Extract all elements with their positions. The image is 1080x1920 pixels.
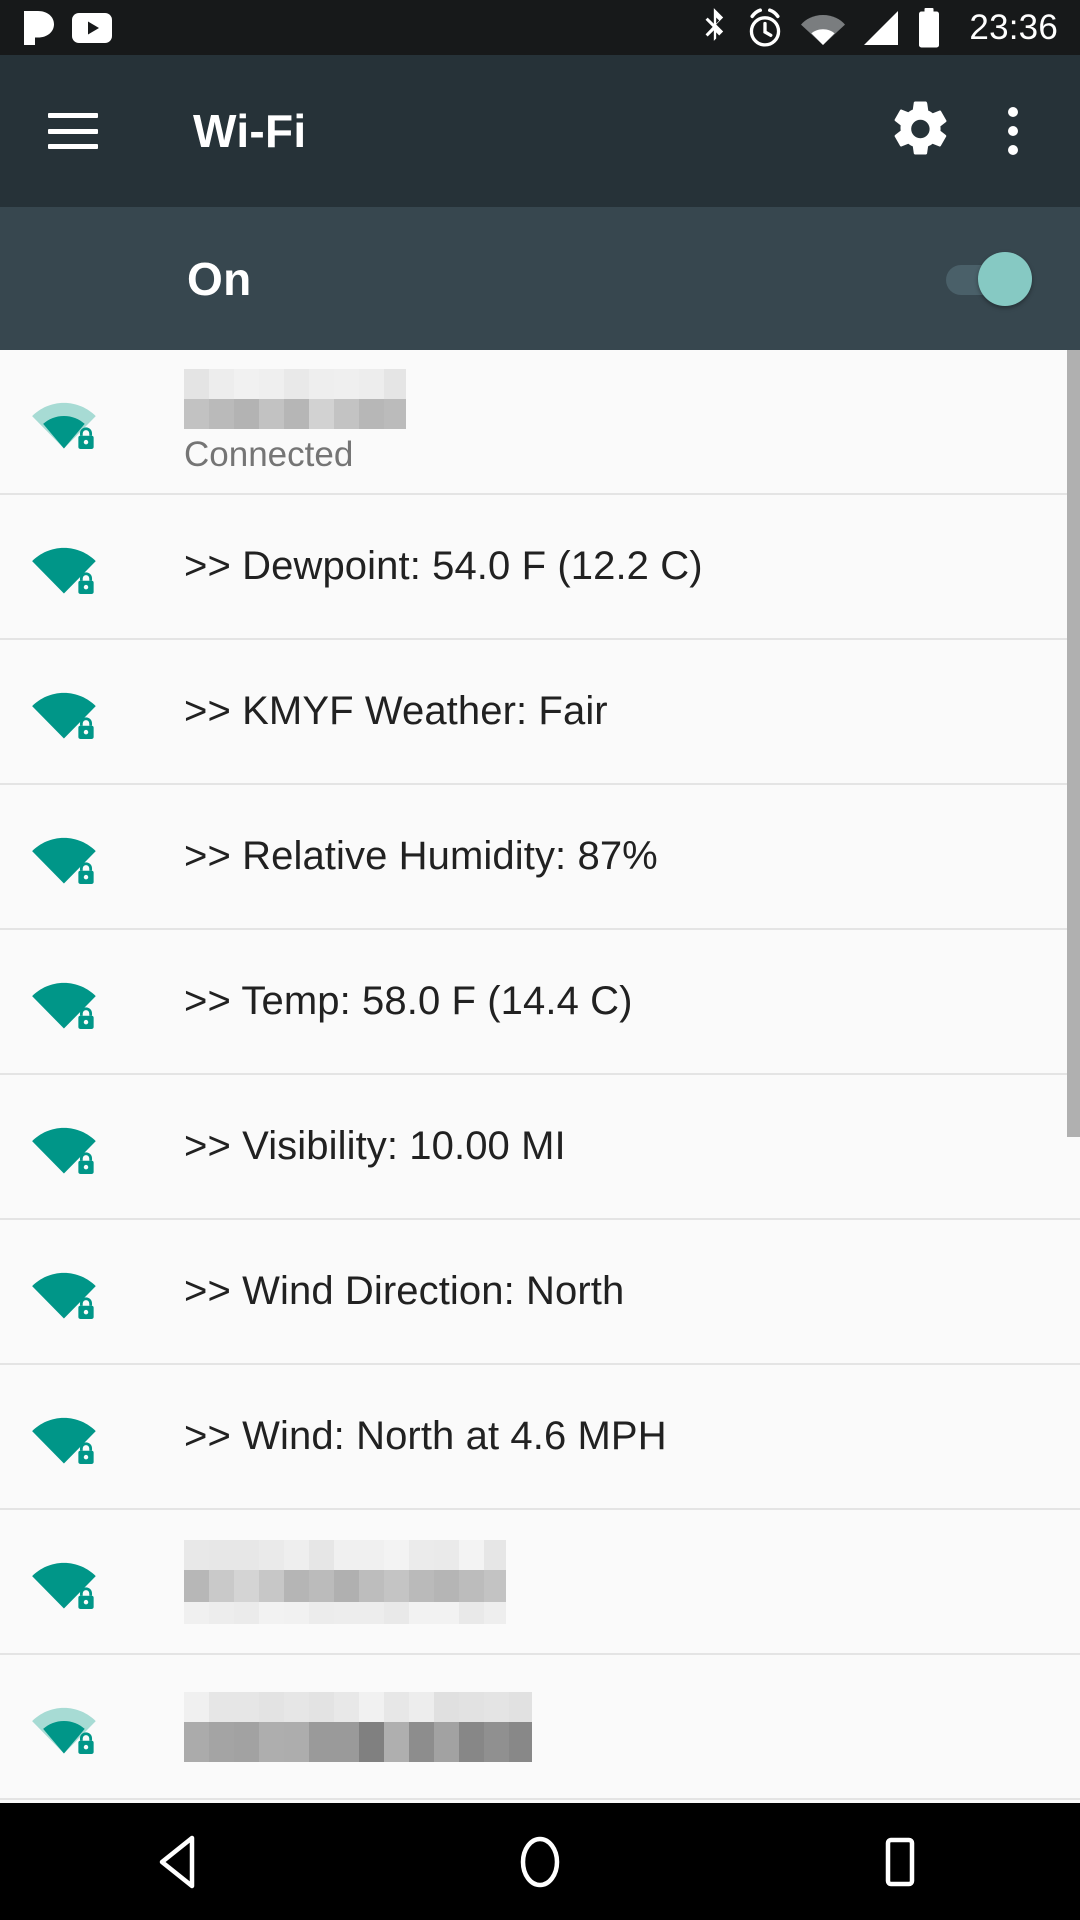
wifi-lock-icon <box>22 1260 108 1324</box>
wifi-network-status: Connected <box>184 434 354 474</box>
wifi-network-row[interactable]: >> Dewpoint: 54.0 F (12.2 C) <box>0 495 1080 640</box>
wifi-network-body: >> Visibility: 10.00 MI <box>184 1124 1080 1169</box>
gear-icon[interactable] <box>892 101 948 162</box>
wifi-toggle-row[interactable]: On <box>0 207 1080 350</box>
back-button[interactable] <box>80 1803 280 1920</box>
recents-button[interactable] <box>800 1803 1000 1920</box>
redacted-ssid <box>184 1691 1080 1762</box>
hamburger-icon[interactable] <box>48 113 98 149</box>
home-button[interactable] <box>440 1803 640 1920</box>
wifi-network-row[interactable] <box>0 1655 1080 1800</box>
wifi-network-body: >> Wind Direction: North <box>184 1269 1080 1314</box>
android-navigation-bar <box>0 1803 1080 1920</box>
wifi-lock-icon <box>22 1550 108 1614</box>
wifi-network-body: >> KMYF Weather: Fair <box>184 689 1080 734</box>
status-bar: 23:36 <box>0 0 1080 55</box>
wifi-network-ssid: >> Wind: North at 4.6 MPH <box>184 1414 667 1458</box>
wifi-network-row[interactable] <box>0 1510 1080 1655</box>
cellular-signal-icon <box>862 10 900 45</box>
wifi-network-body: >> Wind: North at 4.6 MPH <box>184 1414 1080 1459</box>
alarm-icon <box>746 7 784 48</box>
wifi-lock-icon <box>22 535 108 599</box>
wifi-network-row[interactable]: >> Relative Humidity: 87% <box>0 785 1080 930</box>
youtube-icon <box>72 12 112 43</box>
wifi-network-body: >> Dewpoint: 54.0 F (12.2 C) <box>184 544 1080 589</box>
wifi-lock-icon <box>22 390 108 454</box>
wifi-toggle-switch[interactable] <box>946 251 1032 306</box>
wifi-lock-icon <box>22 680 108 744</box>
wifi-network-body <box>184 1691 1080 1762</box>
wifi-network-body: Connected <box>184 368 1080 475</box>
wifi-network-row[interactable]: >> Temp: 58.0 F (14.4 C) <box>0 930 1080 1075</box>
wifi-network-body: >> Temp: 58.0 F (14.4 C) <box>184 979 1080 1024</box>
wifi-lock-icon <box>22 1405 108 1469</box>
wifi-network-row[interactable]: Connected <box>0 350 1080 495</box>
overflow-menu-icon[interactable] <box>994 99 1032 163</box>
wifi-network-ssid: >> Dewpoint: 54.0 F (12.2 C) <box>184 544 703 588</box>
app-bar: Wi-Fi <box>0 55 1080 207</box>
wifi-network-body <box>184 1539 1080 1624</box>
redacted-ssid <box>184 368 1080 429</box>
wifi-network-ssid: >> Relative Humidity: 87% <box>184 834 658 878</box>
wifi-lock-icon <box>22 970 108 1034</box>
wifi-network-list[interactable]: Connected >> Dewpoint: 54.0 F (12.2 C) >… <box>0 350 1080 1803</box>
list-scrollbar[interactable] <box>1067 350 1080 1137</box>
switch-thumb <box>978 251 1032 306</box>
wifi-network-row[interactable]: >> Wind: North at 4.6 MPH <box>0 1365 1080 1510</box>
page-title: Wi-Fi <box>193 105 307 157</box>
wifi-toggle-label: On <box>187 252 252 305</box>
wifi-network-body: >> Relative Humidity: 87% <box>184 834 1080 879</box>
bluetooth-icon <box>701 7 729 48</box>
wifi-network-row[interactable]: >> Visibility: 10.00 MI <box>0 1075 1080 1220</box>
battery-icon <box>917 7 941 48</box>
app-bar-actions <box>892 99 1080 163</box>
status-bar-notification-icons <box>22 9 112 47</box>
android-wifi-settings-screen: 23:36 Wi-Fi On Connected >> Dewpoint: 54… <box>0 0 1080 1920</box>
wifi-network-ssid: >> Visibility: 10.00 MI <box>184 1124 566 1168</box>
wifi-lock-icon <box>22 1695 108 1759</box>
pandora-icon <box>22 9 56 47</box>
wifi-lock-icon <box>22 1115 108 1179</box>
wifi-status-icon <box>801 11 846 45</box>
wifi-network-ssid: >> KMYF Weather: Fair <box>184 689 608 733</box>
wifi-network-ssid: >> Wind Direction: North <box>184 1269 625 1313</box>
status-bar-system-icons: 23:36 <box>701 7 1058 48</box>
wifi-network-ssid: >> Temp: 58.0 F (14.4 C) <box>184 979 633 1023</box>
redacted-ssid <box>184 1539 1080 1624</box>
wifi-network-row[interactable]: >> Wind Direction: North <box>0 1220 1080 1365</box>
wifi-lock-icon <box>22 825 108 889</box>
status-bar-clock: 23:36 <box>969 8 1058 47</box>
wifi-network-row[interactable]: >> KMYF Weather: Fair <box>0 640 1080 785</box>
